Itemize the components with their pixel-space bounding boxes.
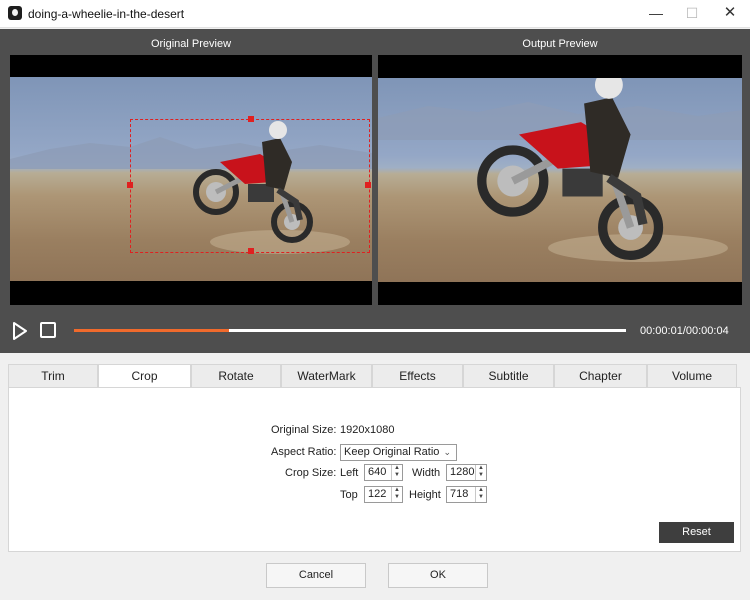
height-stepper-arrows[interactable]: ▲ ▼ [475,487,486,502]
width-label: Width [412,467,441,479]
crop-selection-rectangle[interactable] [127,116,371,254]
tab-volume[interactable]: Volume [647,364,737,388]
crop-handle-top[interactable] [248,116,254,122]
output-preview [378,55,742,305]
crop-handle-right[interactable] [365,182,371,188]
maximize-button[interactable]: ☐ [674,0,710,28]
left-value: 640 [368,466,387,478]
width-value: 1280 [450,466,475,478]
crop-panel: Original Size: 1920x1080 Aspect Ratio: K… [8,387,741,552]
tab-crop[interactable]: Crop [98,364,191,389]
aspect-ratio-value: Keep Original Ratio [344,446,440,458]
crop-handle-bottom[interactable] [248,248,254,254]
tab-rotate[interactable]: Rotate [191,364,281,388]
motorcycle-scene-cropped-image [378,78,742,262]
width-stepper[interactable]: 1280 ▲ ▼ [446,464,487,481]
top-stepper[interactable]: 122 ▲ ▼ [364,486,403,503]
window-title: doing-a-wheelie-in-the-desert [28,7,185,21]
original-size-value: 1920x1080 [340,424,395,436]
output-preview-label: Output Preview [522,38,598,50]
cancel-button[interactable]: Cancel [266,563,366,588]
left-stepper-arrows[interactable]: ▲ ▼ [391,465,402,480]
progress-slider[interactable] [74,329,626,332]
tab-trim[interactable]: Trim [8,364,98,388]
crop-handle-left[interactable] [127,182,133,188]
progress-fill [74,329,229,332]
title-bar: doing-a-wheelie-in-the-desert — ☐ ✕ [0,0,750,28]
top-label: Top [340,489,358,501]
top-value: 122 [368,488,387,500]
aspect-ratio-select[interactable]: Keep Original Ratio ⌄ [340,444,457,461]
close-button[interactable]: ✕ [712,0,748,28]
tab-bar: Trim Crop Rotate WaterMark Effects Subti… [8,364,741,389]
tab-chapter[interactable]: Chapter [554,364,647,388]
top-stepper-arrows[interactable]: ▲ ▼ [391,487,402,502]
original-preview[interactable] [10,55,372,305]
minimize-button[interactable]: — [638,0,674,28]
original-preview-label: Original Preview [150,38,232,50]
width-stepper-arrows[interactable]: ▲ ▼ [475,465,486,480]
tab-watermark[interactable]: WaterMark [281,364,372,388]
output-video-frame [378,78,742,282]
tab-effects[interactable]: Effects [372,364,463,388]
height-stepper[interactable]: 718 ▲ ▼ [446,486,487,503]
crop-size-label: Crop Size: [285,467,337,479]
time-display: 00:00:01/00:00:04 [640,325,729,337]
original-size-label: Original Size: [271,424,337,436]
height-value: 718 [450,488,469,500]
left-label: Left [340,467,359,479]
stop-icon[interactable] [40,322,56,338]
chevron-down-icon: ⌄ [443,447,451,457]
height-label: Height [409,489,441,501]
left-stepper[interactable]: 640 ▲ ▼ [364,464,403,481]
play-icon[interactable] [12,322,28,340]
preview-area: Original Preview Output Preview 00:00:01… [0,29,750,353]
tab-subtitle[interactable]: Subtitle [463,364,554,388]
reset-button[interactable]: Reset [659,522,734,543]
ok-button[interactable]: OK [388,563,488,588]
aspect-ratio-label: Aspect Ratio: [271,446,337,458]
app-icon [8,6,22,20]
